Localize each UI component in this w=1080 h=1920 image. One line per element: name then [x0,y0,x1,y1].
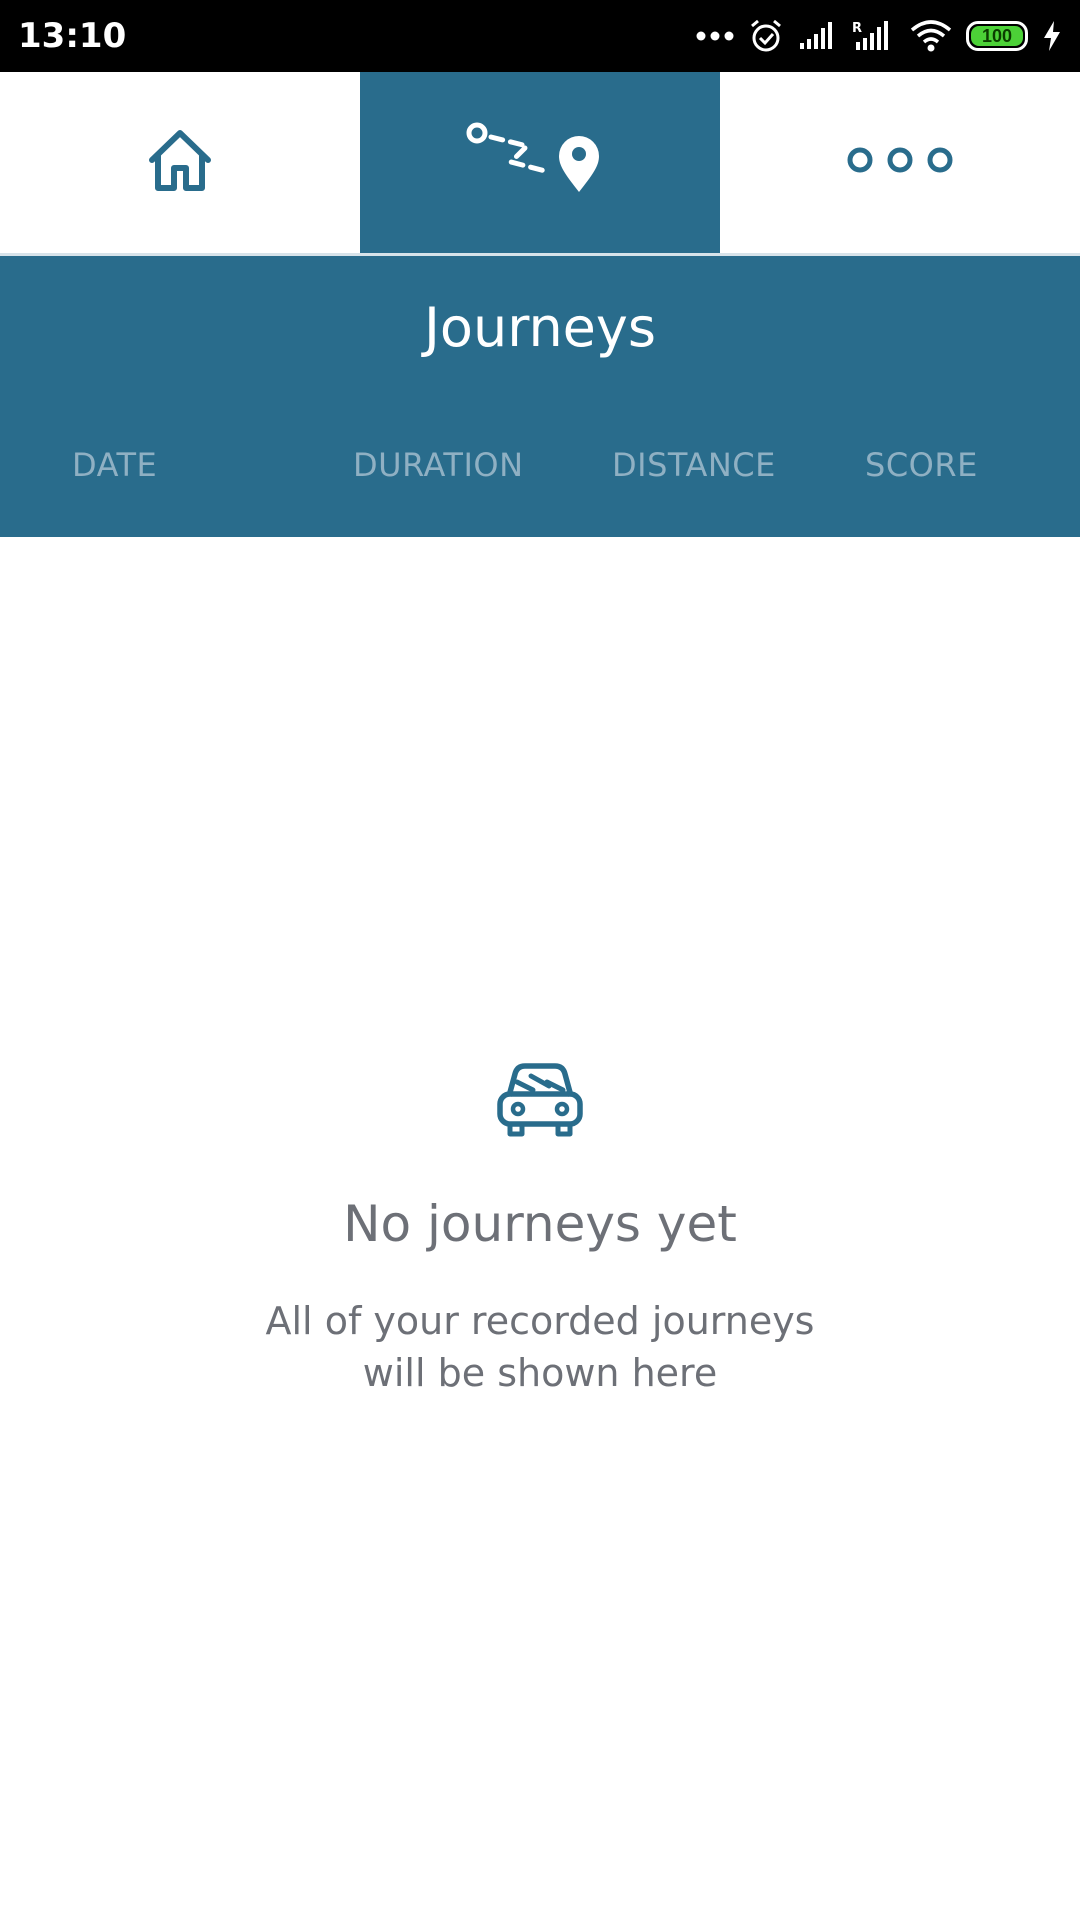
wifi-icon [910,20,952,52]
empty-state-title: No journeys yet [343,1195,737,1253]
column-duration[interactable]: DURATION [353,446,524,484]
column-date[interactable]: DATE [72,446,157,484]
more-dots-icon [696,30,734,42]
alarm-icon [748,18,784,54]
status-bar: 13:10 R 100 [0,0,1080,72]
nav-home-tab[interactable] [0,72,360,253]
page-title: Journeys [424,296,656,359]
nav-more-tab[interactable] [720,72,1080,253]
journeys-header: Journeys DATE DURATION DISTANCE SCORE [0,256,1080,537]
status-icons: R 100 [696,18,1062,54]
charging-icon [1042,20,1062,52]
signal-icon [798,21,838,51]
empty-state: No journeys yet All of your recorded jou… [0,1060,1080,1399]
home-icon [144,124,216,201]
status-time: 13:10 [18,16,127,56]
route-icon [465,122,615,203]
empty-state-subtitle: All of your recorded journeys will be sh… [265,1299,815,1395]
signal-roaming-icon: R [852,20,896,52]
car-icon [495,1060,585,1145]
svg-text:R: R [852,21,862,36]
column-distance[interactable]: DISTANCE [612,446,776,484]
top-navigation [0,72,1080,256]
nav-journeys-tab[interactable] [360,72,720,253]
battery-level: 100 [971,26,1023,46]
column-score[interactable]: SCORE [865,446,978,484]
more-icon [845,145,955,180]
battery-icon: 100 [966,21,1028,51]
